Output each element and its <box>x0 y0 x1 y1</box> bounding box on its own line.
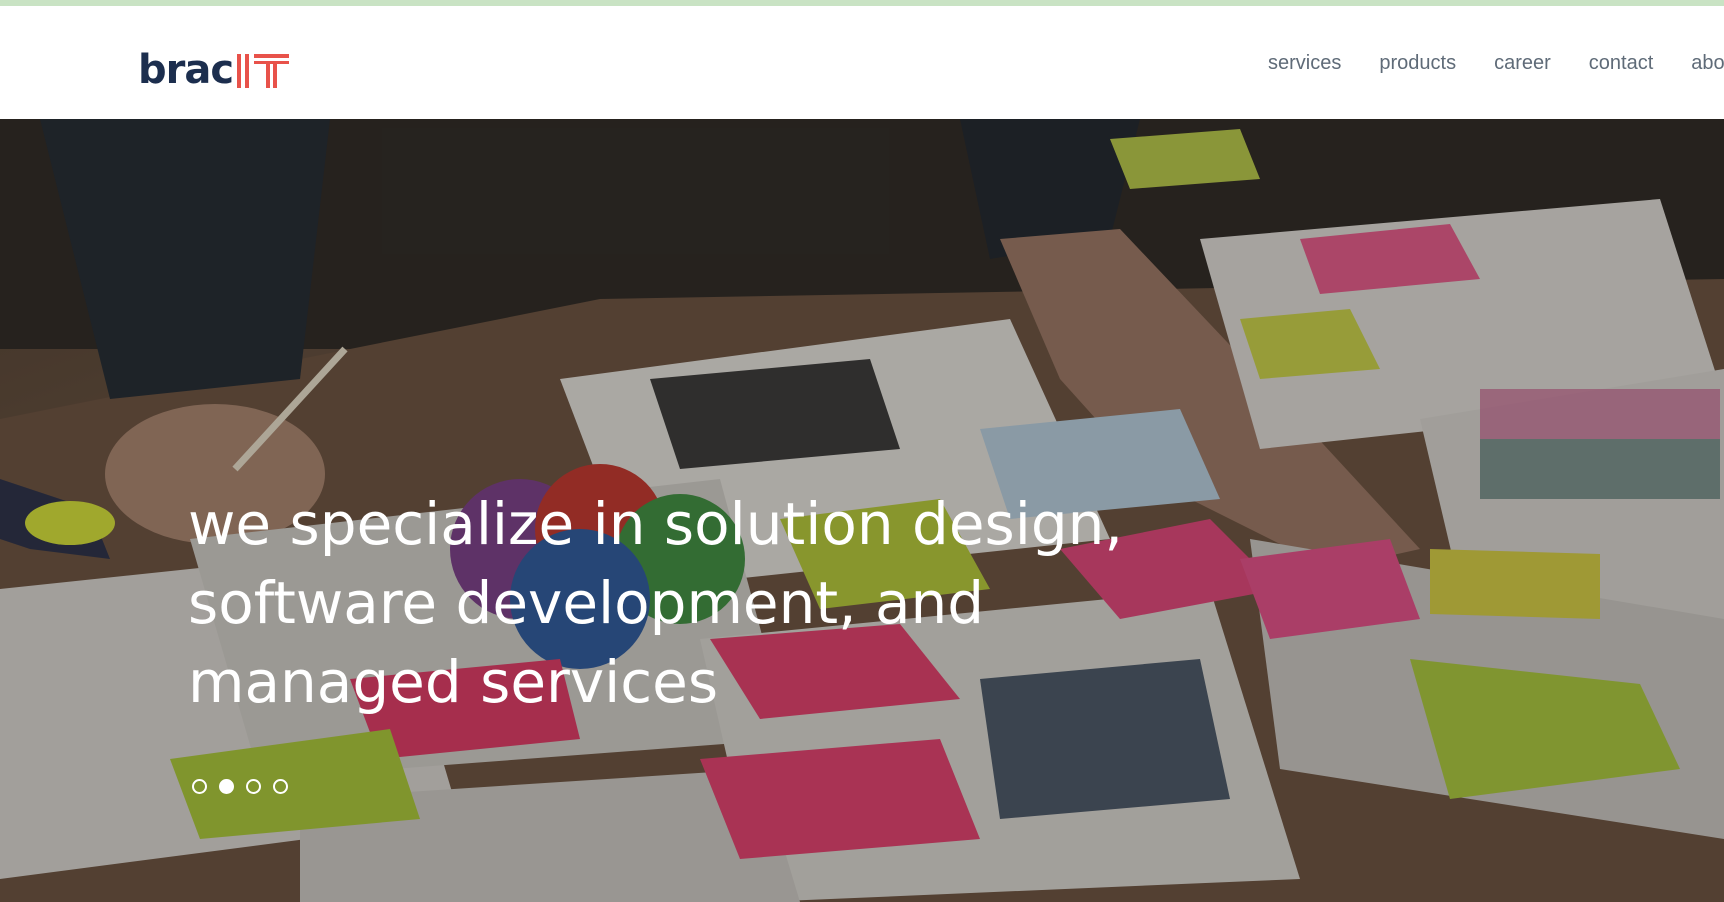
main-nav: services products career contact about <box>1268 52 1724 75</box>
logo-wordmark: brac <box>138 47 234 93</box>
brand-logo[interactable]: brac <box>138 46 290 93</box>
headline-line: we specialize in solution design, <box>188 490 1123 558</box>
site-header: brac services products career contact ab… <box>0 6 1724 119</box>
nav-item-services[interactable]: services <box>1268 52 1341 75</box>
carousel-dot-2[interactable] <box>219 779 234 794</box>
logo-it-mark-icon <box>237 54 290 88</box>
hero-headline: we specialize in solution design, softwa… <box>188 485 1188 722</box>
nav-item-contact[interactable]: contact <box>1589 52 1653 75</box>
logo-bar <box>254 54 290 58</box>
carousel-dot-1[interactable] <box>192 779 207 794</box>
headline-line: software development, and <box>188 569 985 637</box>
logo-bar <box>266 64 271 88</box>
headline-line: managed services <box>188 648 719 716</box>
logo-bar <box>254 61 290 64</box>
hero-carousel: we specialize in solution design, softwa… <box>0 119 1724 902</box>
nav-item-products[interactable]: products <box>1379 52 1456 75</box>
carousel-dot-4[interactable] <box>273 779 288 794</box>
logo-bar <box>237 54 242 88</box>
nav-item-career[interactable]: career <box>1494 52 1551 75</box>
logo-bar <box>273 64 278 88</box>
logo-bar <box>245 54 250 88</box>
carousel-dot-3[interactable] <box>246 779 261 794</box>
carousel-indicators <box>192 779 300 794</box>
nav-item-about[interactable]: about <box>1691 52 1724 75</box>
